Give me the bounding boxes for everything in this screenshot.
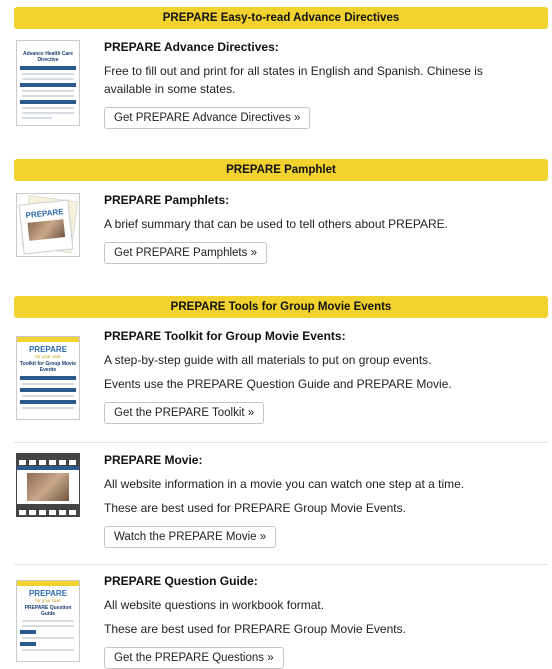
item-description: A brief summary that can be used to tell… <box>104 217 448 231</box>
get-advance-directives-button[interactable]: Get PREPARE Advance Directives » <box>104 107 311 129</box>
section-header-group-movie-events: PREPARE Tools for Group Movie Events <box>14 296 548 318</box>
item-title: PREPARE Pamphlets: <box>104 193 230 207</box>
film-strip-icon[interactable] <box>16 453 80 517</box>
list-item-question-guide: PREPARE for your care PREPARE Question G… <box>14 574 548 669</box>
thumb-subtitle: for your care <box>35 354 61 359</box>
item-description: Events use the PREPARE Question Guide an… <box>104 377 452 391</box>
pamphlet-icon[interactable]: PREPARE <box>16 193 80 257</box>
thumb-subtitle: for your care <box>35 598 61 603</box>
thumb-title: Advance Health Care Directive <box>22 51 74 63</box>
get-pamphlets-button[interactable]: Get PREPARE Pamphlets » <box>104 242 267 264</box>
item-description: All website information in a movie you c… <box>104 477 465 491</box>
toolkit-document-icon[interactable]: PREPARE for your care Toolkit for Group … <box>16 336 80 420</box>
item-description: A step-by-step guide with all materials … <box>104 353 432 367</box>
item-description: These are best used for PREPARE Group Mo… <box>104 622 406 636</box>
watch-movie-button[interactable]: Watch the PREPARE Movie » <box>104 526 277 548</box>
list-item-pamphlets: PREPARE PREPARE Pamphlets: A brief summa… <box>14 193 548 264</box>
divider <box>14 564 548 565</box>
thumb-title: PREPARE Question Guide <box>24 605 72 617</box>
list-item-movie: PREPARE Movie: All website information i… <box>14 453 548 553</box>
thumb-title: Toolkit for Group Movie Events <box>19 361 76 373</box>
get-questions-button[interactable]: Get the PREPARE Questions » <box>104 647 284 669</box>
item-description: All website questions in workbook format… <box>104 598 325 612</box>
list-item-toolkit: PREPARE for your care Toolkit for Group … <box>14 329 548 429</box>
thumb-logo: PREPARE <box>28 589 68 598</box>
advance-directive-document-icon[interactable]: Advance Health Care Directive <box>16 40 80 126</box>
divider <box>14 442 548 443</box>
item-title: PREPARE Question Guide: <box>104 574 258 588</box>
item-title: PREPARE Advance Directives: <box>104 40 279 54</box>
section-header-pamphlet: PREPARE Pamphlet <box>14 159 548 181</box>
thumb-logo: PREPARE <box>28 345 68 354</box>
section-header-advance-directives: PREPARE Easy-to-read Advance Directives <box>14 7 548 29</box>
item-title: PREPARE Movie: <box>104 453 203 467</box>
item-description: These are best used for PREPARE Group Mo… <box>104 501 406 515</box>
item-title: PREPARE Toolkit for Group Movie Events: <box>104 329 346 343</box>
question-guide-document-icon[interactable]: PREPARE for your care PREPARE Question G… <box>16 580 80 662</box>
get-toolkit-button[interactable]: Get the PREPARE Toolkit » <box>104 402 265 424</box>
item-description: Free to fill out and print for all state… <box>104 64 483 96</box>
list-item-advance-directives: Advance Health Care Directive PREPARE Ad… <box>14 40 548 130</box>
